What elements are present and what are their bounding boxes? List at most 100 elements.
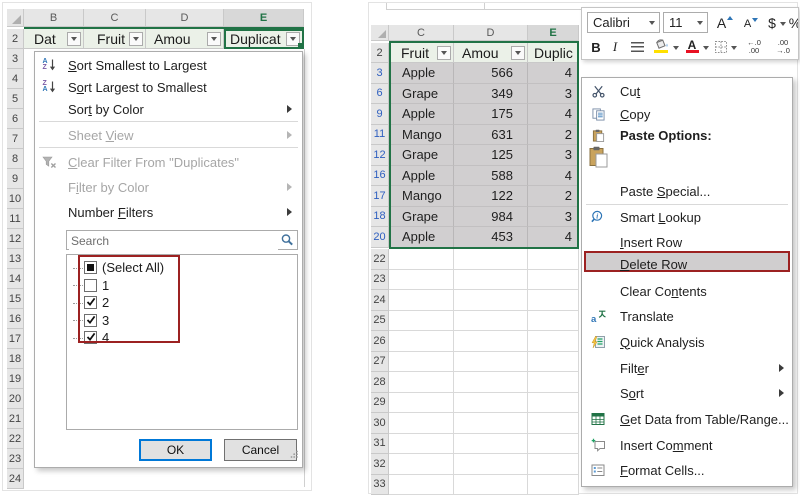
cell-duplicates[interactable]: 4 bbox=[528, 227, 579, 248]
cell-fruit[interactable]: Apple bbox=[389, 63, 454, 84]
table-header-cell-duplic[interactable]: Duplic bbox=[528, 43, 579, 63]
context-menu-item-copy[interactable]: Copy bbox=[582, 103, 792, 125]
row-header-25[interactable]: 25 bbox=[371, 310, 389, 331]
context-menu-paste-keep-formatting[interactable] bbox=[582, 138, 792, 176]
filter-menu-item-sheet-view[interactable]: Sheet View bbox=[35, 124, 302, 146]
cell-duplicates[interactable] bbox=[528, 249, 579, 270]
cell-fruit[interactable] bbox=[389, 269, 454, 290]
cell-amount[interactable] bbox=[454, 474, 528, 495]
cell-fruit[interactable] bbox=[389, 351, 454, 372]
filter-checkbox-item-2[interactable]: 2 bbox=[73, 294, 109, 311]
column-header-D[interactable]: D bbox=[454, 25, 528, 41]
cell-amount[interactable] bbox=[454, 372, 528, 393]
font-name-combo[interactable]: Calibri bbox=[587, 12, 660, 33]
row-header-6[interactable]: 6 bbox=[371, 83, 389, 104]
row-header-7[interactable]: 7 bbox=[7, 129, 24, 149]
row-header-4[interactable]: 4 bbox=[7, 69, 24, 89]
cell-amount[interactable] bbox=[454, 290, 528, 311]
row-header-8[interactable]: 8 bbox=[7, 149, 24, 169]
borders-lines-button[interactable] bbox=[628, 41, 646, 53]
row-header-9[interactable]: 9 bbox=[7, 169, 24, 189]
context-menu-item-cut[interactable]: Cut bbox=[582, 80, 792, 102]
cell-amount[interactable] bbox=[454, 331, 528, 352]
percent-style-button[interactable]: % bbox=[788, 13, 798, 33]
font-size-combo[interactable]: 11 bbox=[663, 12, 708, 33]
checkbox-unchecked[interactable] bbox=[84, 278, 97, 292]
cell-fruit[interactable]: Grape bbox=[389, 83, 454, 104]
filter-button[interactable] bbox=[511, 45, 525, 60]
context-menu-item-filter[interactable]: Filter bbox=[582, 357, 792, 379]
cell-duplicates[interactable] bbox=[528, 351, 579, 372]
row-header-12[interactable]: 12 bbox=[371, 145, 389, 166]
cell-amount[interactable]: 349 bbox=[454, 83, 528, 104]
row-header-11[interactable]: 11 bbox=[371, 124, 389, 145]
context-menu-item-format-cells[interactable]: Format Cells... bbox=[582, 459, 792, 481]
search-input[interactable] bbox=[69, 231, 278, 251]
table-header-cell-fruit[interactable]: Fruit bbox=[389, 43, 454, 63]
row-header-21[interactable]: 21 bbox=[7, 409, 24, 429]
row-header-18[interactable]: 18 bbox=[371, 206, 389, 227]
cell-duplicates[interactable] bbox=[528, 331, 579, 352]
row-header-2[interactable]: 2 bbox=[371, 43, 389, 63]
cell-duplicates[interactable]: 2 bbox=[528, 124, 579, 145]
cell-fruit[interactable] bbox=[389, 454, 454, 475]
cell-fruit[interactable]: Grape bbox=[389, 145, 454, 166]
context-menu-item-get-data-from-table-range[interactable]: Get Data from Table/Range... bbox=[582, 408, 792, 430]
row-header-16[interactable]: 16 bbox=[371, 165, 389, 186]
cell-duplicates[interactable] bbox=[528, 413, 579, 434]
row-header-22[interactable]: 22 bbox=[371, 249, 389, 270]
cell-amount[interactable] bbox=[454, 433, 528, 454]
table-header-cell-duplicat[interactable]: Duplicat bbox=[224, 29, 304, 49]
filter-menu-item-sort-smallest-to-largest[interactable]: A Z Sort Smallest to Largest bbox=[35, 54, 302, 76]
filter-checkbox-item-4[interactable]: 4 bbox=[73, 329, 109, 346]
cell-amount[interactable]: 122 bbox=[454, 186, 528, 207]
grow-font-button[interactable]: A bbox=[713, 13, 737, 33]
table-header-cell-amou[interactable]: Amou bbox=[454, 43, 528, 63]
filter-menu-item-number-filters[interactable]: Number Filters bbox=[35, 201, 302, 223]
cell-amount[interactable] bbox=[454, 310, 528, 331]
context-menu-item-insert-row[interactable]: Insert Row bbox=[582, 231, 792, 253]
cell-amount[interactable]: 453 bbox=[454, 227, 528, 248]
accounting-format-button[interactable]: $ bbox=[765, 13, 779, 33]
row-header-18[interactable]: 18 bbox=[7, 349, 24, 369]
context-menu-item-paste-special[interactable]: Paste Special... bbox=[582, 180, 792, 202]
filter-button[interactable] bbox=[129, 31, 143, 46]
row-header-24[interactable]: 24 bbox=[7, 469, 24, 489]
checkbox-checked[interactable] bbox=[84, 296, 97, 309]
resize-grip[interactable] bbox=[290, 446, 299, 464]
cell-fruit[interactable] bbox=[389, 331, 454, 352]
cell-fruit[interactable]: Apple bbox=[389, 104, 454, 125]
ok-button[interactable]: OK bbox=[139, 439, 212, 461]
cell-amount[interactable] bbox=[454, 249, 528, 270]
row-header-12[interactable]: 12 bbox=[7, 229, 24, 249]
cell-duplicates[interactable]: 3 bbox=[528, 83, 579, 104]
cell-fruit[interactable]: Apple bbox=[389, 165, 454, 186]
checkbox-checked[interactable] bbox=[84, 313, 97, 327]
cell-duplicates[interactable] bbox=[528, 372, 579, 393]
cell-duplicates[interactable] bbox=[528, 392, 579, 413]
row-header-11[interactable]: 11 bbox=[7, 209, 24, 229]
column-header-C[interactable]: C bbox=[84, 9, 146, 27]
accounting-format-dropdown[interactable] bbox=[779, 20, 787, 28]
cell-amount[interactable]: 566 bbox=[454, 63, 528, 84]
row-header-20[interactable]: 20 bbox=[7, 389, 24, 409]
cell-amount[interactable]: 588 bbox=[454, 165, 528, 186]
filter-button[interactable] bbox=[67, 31, 81, 46]
row-header-29[interactable]: 29 bbox=[371, 392, 389, 413]
cell-amount[interactable] bbox=[454, 269, 528, 290]
cell-duplicates[interactable] bbox=[528, 474, 579, 495]
row-header-3[interactable]: 3 bbox=[371, 63, 389, 84]
cell-fruit[interactable] bbox=[389, 290, 454, 311]
cell-amount[interactable]: 631 bbox=[454, 124, 528, 145]
cell-duplicates[interactable]: 2 bbox=[528, 186, 579, 207]
row-header-14[interactable]: 14 bbox=[7, 269, 24, 289]
row-header-19[interactable]: 19 bbox=[7, 369, 24, 389]
row-header-13[interactable]: 13 bbox=[7, 249, 24, 269]
cell-fruit[interactable]: Mango bbox=[389, 124, 454, 145]
cell-fruit[interactable] bbox=[389, 310, 454, 331]
cell-duplicates[interactable]: 3 bbox=[528, 145, 579, 166]
shrink-font-button[interactable]: A bbox=[739, 15, 763, 33]
row-header-32[interactable]: 32 bbox=[371, 454, 389, 475]
context-menu-item-clear-contents[interactable]: Clear Contents bbox=[582, 280, 792, 302]
italic-button[interactable]: I bbox=[608, 37, 622, 57]
